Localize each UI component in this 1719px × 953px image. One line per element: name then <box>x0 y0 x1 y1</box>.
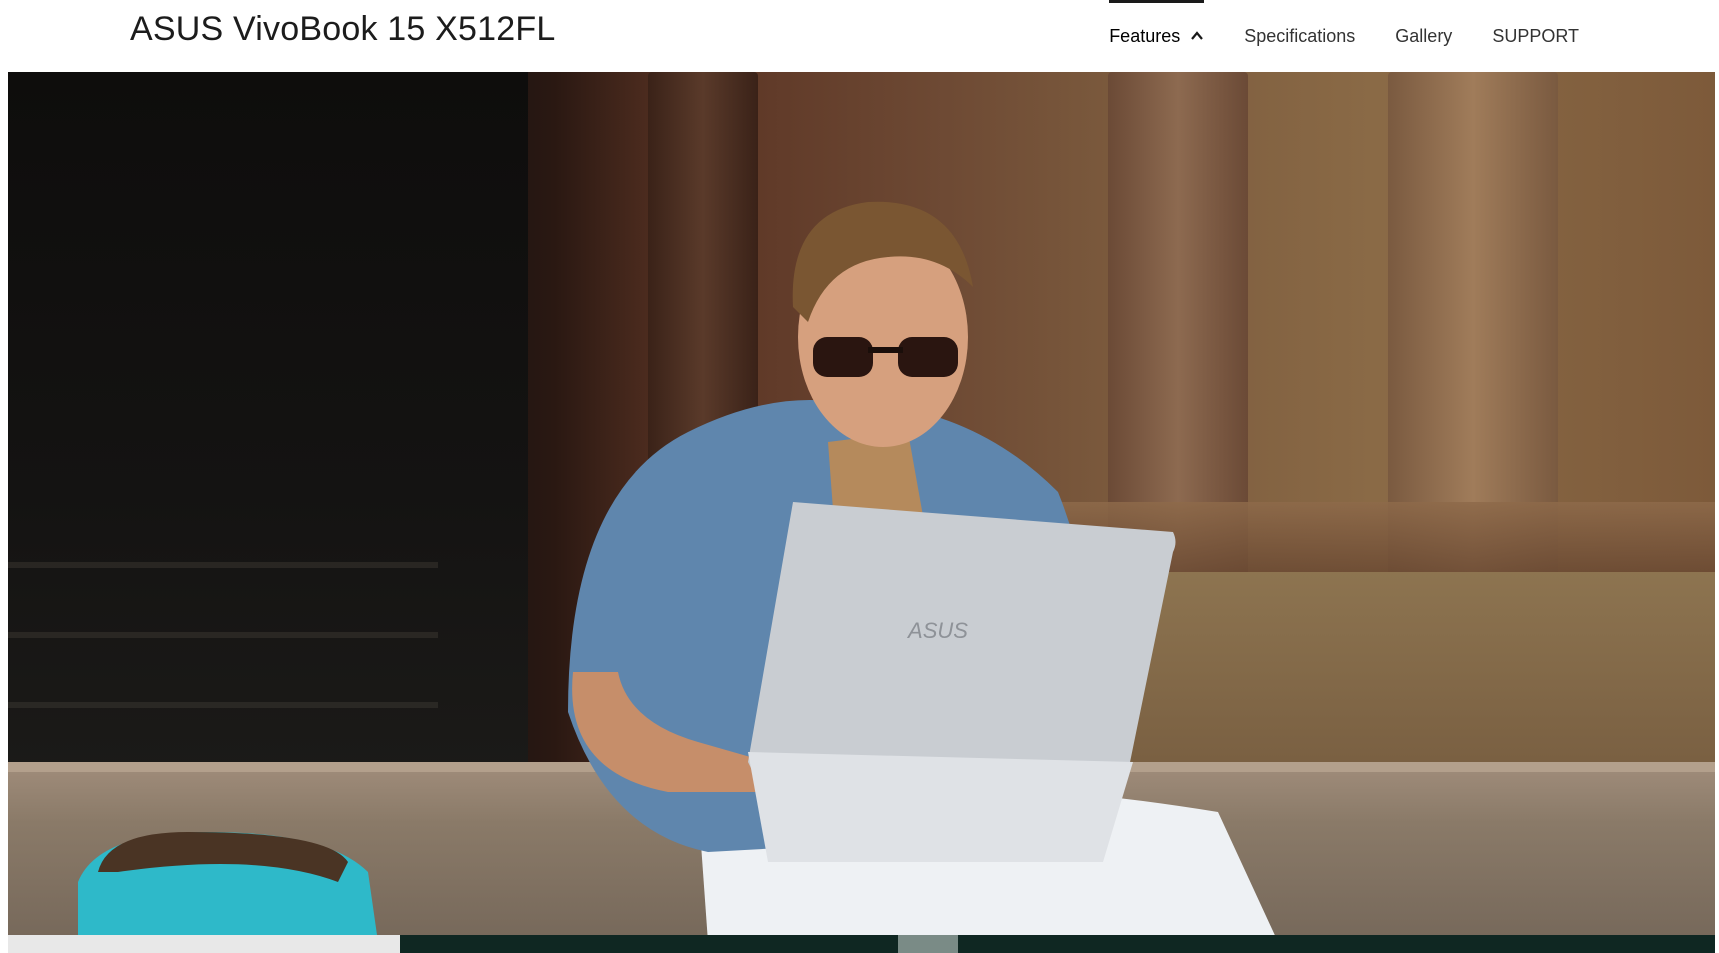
nav-support[interactable]: SUPPORT <box>1492 0 1579 72</box>
hero-image: ASUS <box>8 72 1715 942</box>
bottom-bar-light-segment <box>8 935 400 953</box>
nav-gallery[interactable]: Gallery <box>1395 0 1452 72</box>
nav-support-label: SUPPORT <box>1492 25 1579 46</box>
sunglasses-bridge <box>868 347 903 353</box>
product-title: ASUS VivoBook 15 X512FL <box>130 10 556 48</box>
nav-features-label: Features <box>1109 25 1181 46</box>
nav-features[interactable]: Features <box>1109 0 1205 72</box>
bottom-bar-mid-segment <box>898 935 958 953</box>
person-with-laptop-illustration: ASUS <box>78 201 1278 942</box>
chevron-up-icon <box>1191 31 1204 40</box>
nav-specifications-label: Specifications <box>1244 25 1356 46</box>
laptop-base <box>748 752 1133 862</box>
sunglasses-icon <box>813 337 873 377</box>
nav-gallery-label: Gallery <box>1395 25 1453 46</box>
laptop-logo: ASUS <box>906 618 968 643</box>
nav-specifications[interactable]: Specifications <box>1244 0 1355 72</box>
sunglasses-lens <box>898 337 958 377</box>
product-header: ASUS VivoBook 15 X512FL Features Specifi… <box>0 0 1719 72</box>
hero-bottom-bar <box>8 935 1715 953</box>
product-nav: Features Specifications Gallery SUPPORT <box>1069 0 1579 72</box>
